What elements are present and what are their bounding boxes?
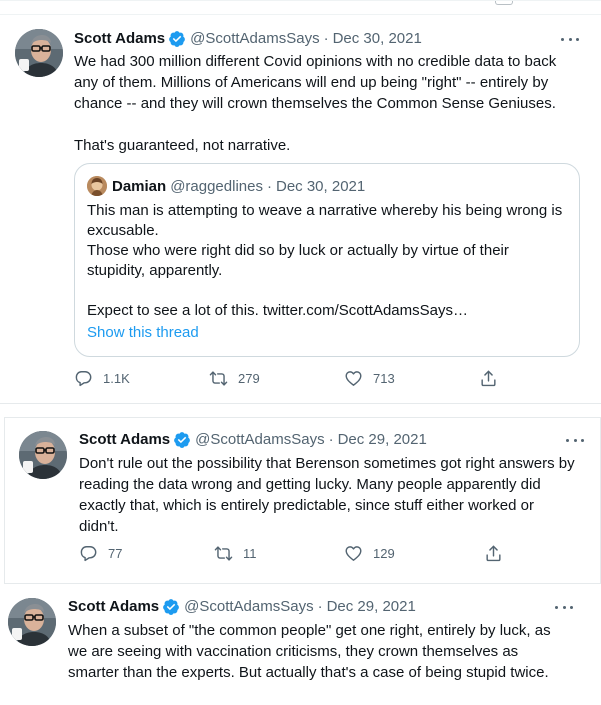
- tweet-1[interactable]: Scott Adams @ScottAdamsSays · Dec 30, 20…: [0, 0, 601, 404]
- share-icon: [484, 544, 503, 563]
- share-icon: [479, 369, 498, 388]
- quoted-text-line: excusable.: [87, 222, 159, 239]
- author-handle[interactable]: @ScottAdamsSays: [190, 29, 319, 49]
- retweet-count: 279: [238, 371, 260, 386]
- like-count: 129: [373, 546, 395, 561]
- verified-badge-icon: [168, 30, 186, 48]
- verified-badge-icon: [173, 431, 191, 449]
- author-handle[interactable]: @ScottAdamsSays: [195, 430, 324, 450]
- tweet-text-line: [74, 114, 556, 135]
- quoted-text-line: Expect to see a lot of this. twitter.com…: [87, 302, 468, 319]
- tweet-text-line: When a subset of "the common people" get…: [68, 622, 551, 639]
- separator-dot: ·: [266, 177, 272, 195]
- share-button[interactable]: [479, 369, 508, 388]
- separator-dot: ·: [328, 431, 334, 448]
- more-options-icon[interactable]: [552, 597, 576, 617]
- quoted-author-name: Damian: [112, 177, 167, 195]
- quoted-tweet-header: Damian @raggedlines · Dec 30, 2021: [87, 176, 365, 196]
- retweet-button[interactable]: 11: [214, 544, 257, 563]
- retweet-icon: [209, 369, 228, 388]
- tweet-text: Don't rule out the possibility that Bere…: [79, 453, 575, 537]
- quoted-tweet[interactable]: Damian @raggedlines · Dec 30, 2021 This …: [74, 163, 580, 357]
- tweet-actions: 77 11 129: [79, 544, 509, 564]
- more-options-icon[interactable]: [563, 430, 587, 450]
- reply-count: 1.1K: [103, 371, 130, 386]
- reply-button[interactable]: 1.1K: [74, 369, 130, 388]
- tweet-text: When a subset of "the common people" get…: [68, 620, 551, 683]
- author-handle[interactable]: @ScottAdamsSays: [184, 597, 313, 617]
- quoted-avatar: [87, 176, 107, 196]
- reply-icon: [74, 369, 93, 388]
- separator-dot: ·: [317, 598, 323, 615]
- tweet-text-line: exactly that, which is entirely predicta…: [79, 497, 534, 514]
- previous-tweet-action-stub: [495, 1, 513, 5]
- quoted-tweet-text: This man is attempting to weave a narrat…: [87, 201, 562, 321]
- avatar[interactable]: [15, 29, 63, 77]
- more-options-icon[interactable]: [558, 29, 582, 49]
- quoted-text-line: [87, 281, 562, 301]
- like-icon: [344, 544, 363, 563]
- retweet-button[interactable]: 279: [209, 369, 260, 388]
- quoted-text-line: stupidity, apparently.: [87, 262, 223, 279]
- quoted-author-handle: @raggedlines: [170, 177, 263, 195]
- tweet-text-line: chance -- and they will crown themselves…: [74, 95, 556, 112]
- author-name[interactable]: Scott Adams: [74, 29, 165, 49]
- avatar[interactable]: [19, 431, 67, 479]
- like-icon: [344, 369, 363, 388]
- tweet-text-line: Don't rule out the possibility that Bere…: [79, 455, 575, 472]
- retweet-icon: [214, 544, 233, 563]
- tweet-3[interactable]: Scott Adams @ScottAdamsSays · Dec 29, 20…: [0, 588, 590, 705]
- retweet-count: 11: [243, 546, 257, 561]
- quoted-text-line: Those who were right did so by luck or a…: [87, 242, 509, 259]
- avatar[interactable]: [8, 598, 56, 646]
- tweet-date[interactable]: Dec 29, 2021: [327, 597, 416, 617]
- share-button[interactable]: [484, 544, 513, 563]
- tweet-text-line: We had 300 million different Covid opini…: [74, 53, 557, 70]
- reply-icon: [79, 544, 98, 563]
- tweet-actions: 1.1K 279 713: [74, 369, 504, 389]
- separator-dot: ·: [323, 30, 329, 47]
- like-button[interactable]: 713: [344, 369, 395, 388]
- show-thread-link[interactable]: Show this thread: [87, 324, 199, 341]
- like-count: 713: [373, 371, 395, 386]
- tweet-text-line: That's guaranteed, not narrative.: [74, 137, 291, 154]
- tweet-text-line: any of them. Millions of Americans will …: [74, 74, 549, 91]
- tweet-2[interactable]: Scott Adams @ScottAdamsSays · Dec 29, 20…: [4, 417, 601, 584]
- quoted-tweet-date: Dec 30, 2021: [275, 177, 366, 195]
- tweet-date[interactable]: Dec 29, 2021: [338, 430, 427, 450]
- tweet-header: Scott Adams @ScottAdamsSays · Dec 29, 20…: [79, 430, 427, 450]
- quoted-text-line: This man is attempting to weave a narrat…: [87, 202, 563, 219]
- author-name[interactable]: Scott Adams: [79, 430, 170, 450]
- like-button[interactable]: 129: [344, 544, 395, 563]
- verified-badge-icon: [162, 598, 180, 616]
- previous-tweet-edge: [0, 1, 601, 15]
- tweet-header: Scott Adams @ScottAdamsSays · Dec 29, 20…: [68, 597, 416, 617]
- tweet-date[interactable]: Dec 30, 2021: [333, 29, 422, 49]
- tweet-text-line: reading the data wrong and getting lucky…: [79, 476, 541, 493]
- reply-count: 77: [108, 546, 123, 561]
- tweet-header: Scott Adams @ScottAdamsSays · Dec 30, 20…: [74, 29, 422, 49]
- tweet-text-line: we are seeing with vaccination criticism…: [68, 643, 519, 660]
- tweet-text-line: didn't.: [79, 518, 119, 535]
- author-name[interactable]: Scott Adams: [68, 597, 159, 617]
- tweet-text: We had 300 million different Covid opini…: [74, 51, 556, 156]
- reply-button[interactable]: 77: [79, 544, 122, 563]
- tweet-text-line: smarter than the experts. But actually t…: [68, 664, 549, 681]
